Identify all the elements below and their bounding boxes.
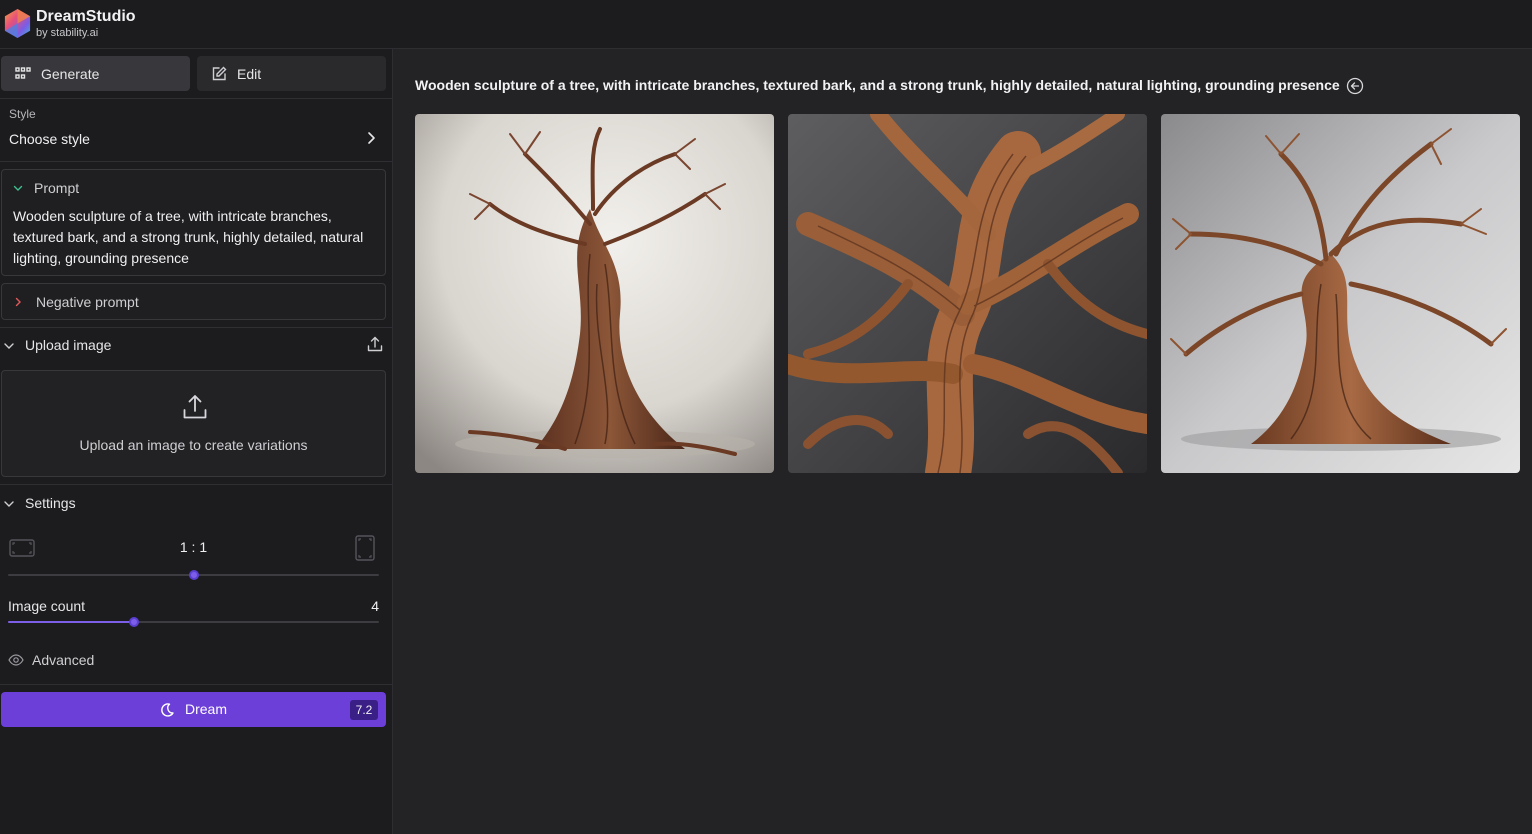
credit-cost-badge: 7.2 (350, 700, 378, 720)
aspect-ratio-slider-thumb[interactable] (188, 570, 199, 580)
aspect-ratio-slider[interactable] (8, 570, 379, 580)
tab-generate[interactable]: Generate (1, 56, 190, 91)
divider (0, 98, 393, 99)
style-value: Choose style (9, 131, 90, 147)
settings-title: Settings (25, 495, 76, 511)
divider (0, 161, 393, 162)
chevron-down-icon (4, 501, 14, 507)
tree-relief-image (788, 114, 1147, 473)
prompt-toggle[interactable]: Prompt (2, 178, 202, 198)
generated-image-2[interactable] (788, 114, 1147, 473)
dream-button-label: Dream (185, 701, 228, 717)
divider (0, 684, 393, 685)
top-bar: DreamStudio by stability.ai (0, 0, 1532, 49)
eye-icon (8, 654, 24, 666)
settings-header[interactable]: Settings (0, 493, 393, 515)
upload-icon (183, 395, 207, 419)
tree-sculpture-image (1161, 114, 1520, 473)
divider (0, 327, 393, 328)
prompt-textarea[interactable]: Wooden sculpture of a tree, with intrica… (13, 206, 378, 269)
moon-icon (161, 703, 174, 717)
image-count-label: Image count (8, 598, 86, 614)
generated-image-1[interactable] (415, 114, 774, 473)
brand-tagline: by stability.ai (36, 27, 99, 39)
sidebar: Generate Edit Style Choose style Prompt … (0, 49, 393, 834)
negative-prompt-title: Negative prompt (36, 294, 139, 310)
stability-hexagon-logo-icon[interactable] (2, 8, 33, 39)
tab-edit-label: Edit (237, 65, 262, 82)
tree-sculpture-image (415, 114, 774, 473)
pencil-square-icon (212, 66, 227, 80)
generated-image-3[interactable] (1161, 114, 1520, 473)
grid-icon (15, 66, 31, 79)
style-label: Style (9, 107, 36, 121)
chevron-right-icon (15, 297, 21, 307)
tab-generate-label: Generate (41, 65, 100, 82)
divider (0, 484, 393, 485)
negative-prompt-toggle[interactable]: Negative prompt (1, 283, 386, 320)
upload-icon[interactable] (366, 335, 384, 353)
upload-dropzone[interactable]: Upload an image to create variations (1, 370, 386, 477)
advanced-label: Advanced (32, 652, 95, 668)
upload-image-title: Upload image (25, 337, 112, 353)
brand-name: DreamStudio (36, 8, 136, 25)
upload-image-header[interactable]: Upload image (0, 335, 393, 357)
image-count-slider-fill (8, 621, 135, 623)
image-count-slider[interactable] (8, 617, 379, 627)
chevron-down-icon (13, 185, 23, 191)
image-count-value: 4 (371, 598, 379, 614)
tab-edit[interactable]: Edit (197, 56, 386, 91)
chevron-down-icon (4, 343, 14, 349)
style-selector[interactable]: Choose style (0, 123, 393, 155)
dream-button[interactable]: Dream 7.2 (1, 692, 386, 727)
prompt-panel: Prompt Wooden sculpture of a tree, with … (1, 169, 386, 276)
prompt-heading: Wooden sculpture of a tree, with intrica… (415, 77, 1340, 93)
upload-dropzone-text: Upload an image to create variations (79, 437, 308, 453)
advanced-toggle[interactable]: Advanced (0, 649, 200, 671)
portrait-ratio-icon[interactable] (355, 535, 375, 561)
arrow-left-circle-icon[interactable] (1346, 77, 1364, 95)
image-count-slider-thumb[interactable] (129, 617, 140, 627)
aspect-ratio-value: 1 : 1 (179, 539, 208, 555)
chevron-right-icon (368, 132, 375, 144)
prompt-title: Prompt (34, 180, 80, 196)
